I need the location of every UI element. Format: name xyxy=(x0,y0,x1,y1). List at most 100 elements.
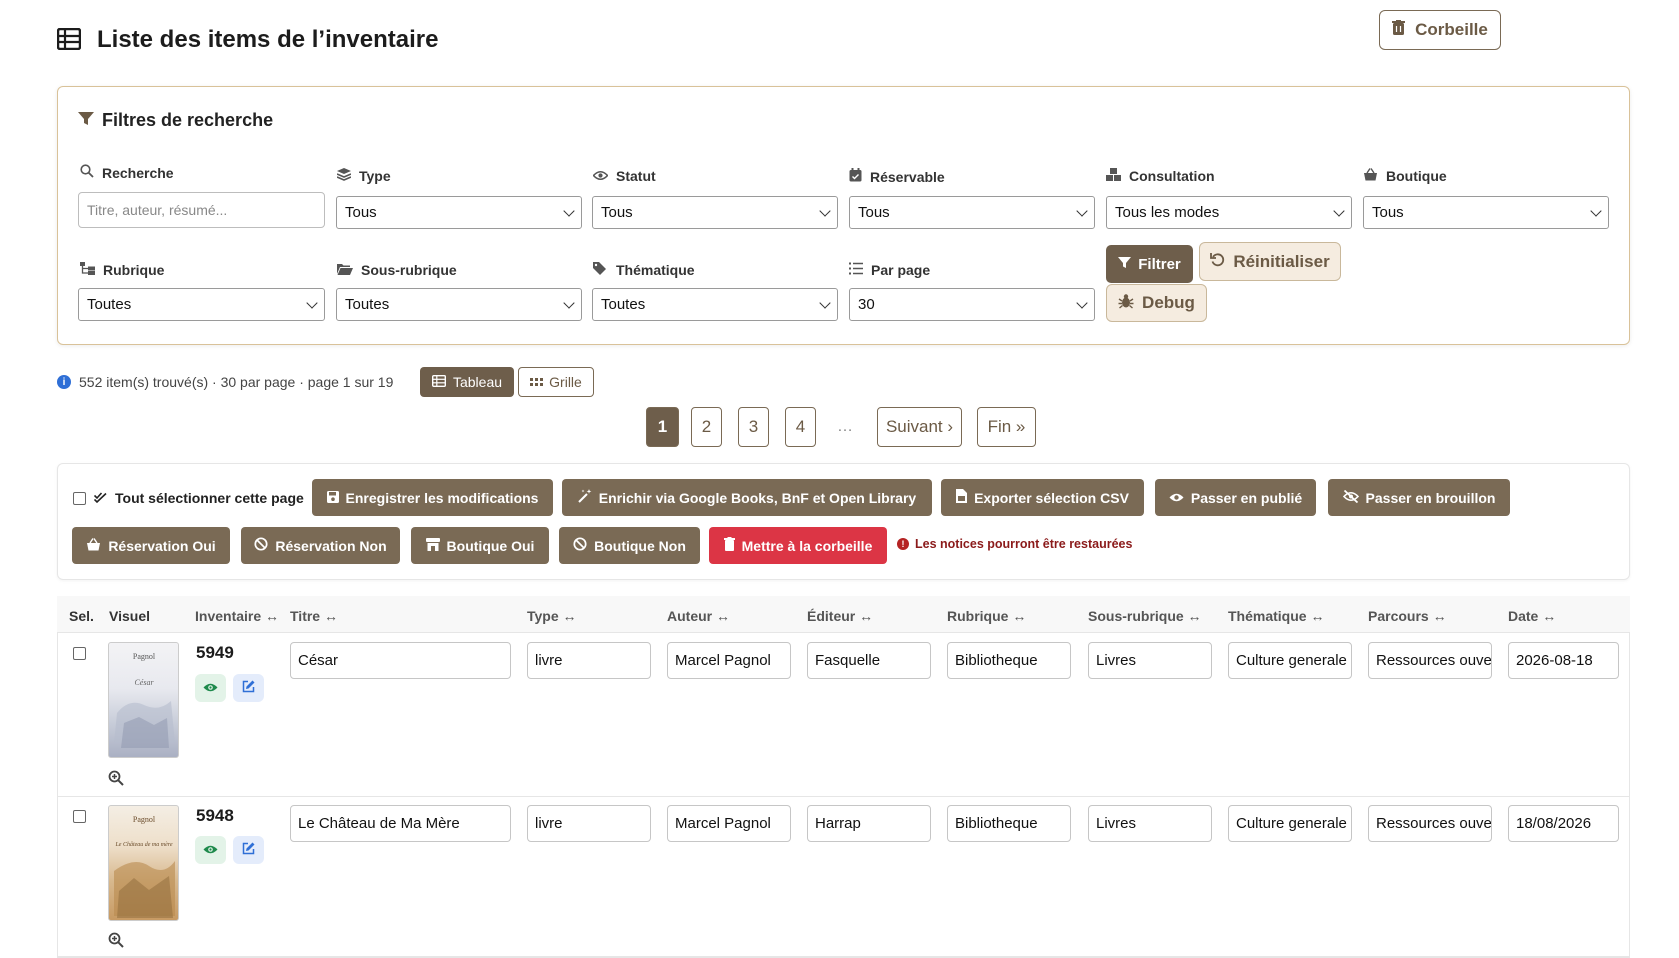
publish-button[interactable]: Passer en publié xyxy=(1155,479,1316,516)
date-input[interactable]: 2026-08-18 xyxy=(1508,642,1619,679)
reservation-yes-button[interactable]: Réservation Oui xyxy=(72,527,230,564)
statut-select[interactable]: Tous xyxy=(592,196,838,229)
view-table-button[interactable]: Tableau xyxy=(420,367,514,397)
col-header-rubrique[interactable]: Rubrique ↔ xyxy=(947,608,1026,624)
filter-button[interactable]: Filtrer xyxy=(1106,245,1193,283)
col-header-type[interactable]: Type ↔ xyxy=(527,608,577,624)
store-icon xyxy=(425,537,440,554)
ban-icon xyxy=(254,537,268,554)
draft-button[interactable]: Passer en brouillon xyxy=(1328,479,1510,516)
book-cover-art: Pagnol César xyxy=(114,652,175,748)
parcours-input[interactable]: Ressources ouve xyxy=(1368,642,1492,679)
table-list-icon xyxy=(56,27,82,53)
col-header-inventaire[interactable]: Inventaire ↔ xyxy=(195,608,279,624)
shop-no-button[interactable]: Boutique Non xyxy=(559,527,700,564)
col-header-auteur[interactable]: Auteur ↔ xyxy=(667,608,730,624)
par-page-label: Par page xyxy=(849,262,930,278)
view-item-button[interactable] xyxy=(195,674,226,702)
page-1-button[interactable]: 1 xyxy=(646,407,679,447)
auteur-input[interactable]: Marcel Pagnol xyxy=(667,805,791,842)
book-cover-thumbnail[interactable]: Pagnol Le Château de ma mère xyxy=(108,805,179,921)
enrich-button[interactable]: Enrichir via Google Books, BnF et Open L… xyxy=(562,479,932,516)
col-header-sel: Sel. xyxy=(69,608,94,624)
par-page-select[interactable]: 30 xyxy=(849,288,1095,321)
search-label: Recherche xyxy=(80,164,174,181)
col-header-titre[interactable]: Titre ↔ xyxy=(290,608,338,624)
reservable-label: Réservable xyxy=(849,168,945,185)
bug-icon xyxy=(1118,293,1134,314)
type-input[interactable]: livre xyxy=(527,642,651,679)
eye-icon xyxy=(592,168,609,184)
select-all-checkbox[interactable] xyxy=(73,491,86,505)
boxes-icon xyxy=(1106,168,1121,184)
rubrique-select[interactable]: Toutes xyxy=(78,288,325,321)
view-grid-button[interactable]: Grille xyxy=(518,367,594,397)
consultation-select[interactable]: Tous les modes xyxy=(1106,196,1352,229)
chevron-down-icon xyxy=(306,296,318,309)
rubrique-input[interactable]: Bibliotheque xyxy=(947,642,1071,679)
boutique-select[interactable]: Tous xyxy=(1363,196,1609,229)
page-2-button[interactable]: 2 xyxy=(691,407,722,447)
page-3-button[interactable]: 3 xyxy=(738,407,769,447)
export-csv-button[interactable]: Exporter sélection CSV xyxy=(941,479,1144,516)
edit-item-button[interactable] xyxy=(233,836,264,864)
row-divider xyxy=(58,796,1629,797)
type-select[interactable]: Tous xyxy=(336,196,582,229)
col-header-date[interactable]: Date ↔ xyxy=(1508,608,1556,624)
view-item-button[interactable] xyxy=(195,836,226,864)
reservable-select[interactable]: Tous xyxy=(849,196,1095,229)
row-checkbox[interactable] xyxy=(73,647,86,660)
row-checkbox[interactable] xyxy=(73,810,86,823)
book-cover-thumbnail[interactable]: Pagnol César xyxy=(108,642,179,758)
col-header-parcours[interactable]: Parcours ↔ xyxy=(1368,608,1447,624)
search-input[interactable]: Titre, auteur, résumé... xyxy=(78,192,325,228)
next-page-button[interactable]: Suivant › xyxy=(877,407,962,447)
row-divider xyxy=(58,956,1629,957)
page-4-button[interactable]: 4 xyxy=(785,407,816,447)
type-input[interactable]: livre xyxy=(527,805,651,842)
results-summary: i 552 item(s) trouvé(s) · 30 par page · … xyxy=(57,374,393,390)
thematique-input[interactable]: Culture generale xyxy=(1228,642,1352,679)
select-all[interactable]: Tout sélectionner cette page xyxy=(73,490,304,506)
thematique-input[interactable]: Culture generale xyxy=(1228,805,1352,842)
filters-title: Filtres de recherche xyxy=(78,110,273,131)
save-changes-button[interactable]: Enregistrer les modifications xyxy=(312,479,553,516)
folder-open-icon xyxy=(337,262,353,278)
col-header-editeur[interactable]: Éditeur ↔ xyxy=(807,608,873,624)
chevron-down-icon xyxy=(819,296,831,309)
parcours-input[interactable]: Ressources ouve xyxy=(1368,805,1492,842)
col-header-sous-rubrique[interactable]: Sous-rubrique ↔ xyxy=(1088,608,1202,624)
check-double-icon xyxy=(93,490,107,506)
editeur-input[interactable]: Harrap xyxy=(807,805,931,842)
zoom-in-icon[interactable] xyxy=(108,932,124,951)
thematique-select[interactable]: Toutes xyxy=(592,288,838,321)
edit-icon xyxy=(242,680,255,696)
info-icon: i xyxy=(57,375,71,389)
reset-button[interactable]: Réinitialiser xyxy=(1199,242,1341,281)
sous-rubrique-select[interactable]: Toutes xyxy=(336,288,582,321)
edit-item-button[interactable] xyxy=(233,674,264,702)
filters-title-text: Filtres de recherche xyxy=(102,110,274,130)
col-header-thematique[interactable]: Thématique ↔ xyxy=(1228,608,1324,624)
basket-icon xyxy=(1363,168,1378,184)
editeur-input[interactable]: Fasquelle xyxy=(807,642,931,679)
exclamation-icon: ! xyxy=(897,538,909,550)
auteur-input[interactable]: Marcel Pagnol xyxy=(667,642,791,679)
sous-rubrique-input[interactable]: Livres xyxy=(1088,642,1212,679)
chevron-down-icon xyxy=(819,204,831,217)
titre-input[interactable]: César xyxy=(290,642,511,679)
date-input[interactable]: 18/08/2026 xyxy=(1508,805,1619,842)
rubrique-label: Rubrique xyxy=(80,262,164,278)
book-cover-art: Pagnol Le Château de ma mère xyxy=(114,815,175,918)
last-page-button[interactable]: Fin » xyxy=(977,407,1036,447)
debug-button[interactable]: Debug xyxy=(1106,284,1207,322)
trash-button[interactable]: Corbeille xyxy=(1379,10,1501,50)
rubrique-input[interactable]: Bibliotheque xyxy=(947,805,1071,842)
move-to-trash-button[interactable]: Mettre à la corbeille xyxy=(709,527,887,564)
sous-rubrique-input[interactable]: Livres xyxy=(1088,805,1212,842)
table-icon xyxy=(431,374,446,390)
reservation-no-button[interactable]: Réservation Non xyxy=(241,527,400,564)
shop-yes-button[interactable]: Boutique Oui xyxy=(411,527,549,564)
zoom-in-icon[interactable] xyxy=(108,770,124,789)
titre-input[interactable]: Le Château de Ma Mère xyxy=(290,805,511,842)
